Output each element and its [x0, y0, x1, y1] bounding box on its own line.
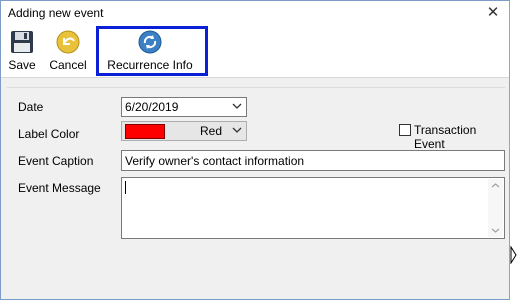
save-label: Save	[8, 58, 36, 72]
floppy-disk-icon	[11, 31, 33, 53]
date-field[interactable]: 6/20/2019	[121, 97, 247, 117]
event-message-textarea[interactable]	[121, 177, 505, 239]
event-form: Date 6/20/2019 Label Color Red Transacti…	[7, 87, 505, 294]
scroll-up-icon[interactable]	[491, 182, 500, 189]
date-value: 6/20/2019	[125, 100, 179, 114]
event-message-label: Event Message	[18, 181, 101, 195]
save-button[interactable]: Save	[5, 27, 39, 72]
chevron-down-icon	[232, 103, 242, 109]
event-caption-input[interactable]: Verify owner's contact information	[121, 150, 505, 171]
cancel-label: Cancel	[49, 58, 87, 72]
toolbar: Save Cancel Recurrence Info	[1, 25, 509, 78]
transaction-event-checkbox[interactable]	[399, 124, 411, 136]
message-scrollbar[interactable]	[488, 179, 503, 237]
label-color-value: Red	[199, 124, 222, 138]
event-caption-label: Event Caption	[18, 154, 94, 168]
scroll-down-icon[interactable]	[491, 227, 500, 234]
chevron-down-icon	[232, 127, 242, 133]
mouse-cursor-icon	[510, 246, 517, 264]
cancel-button[interactable]: Cancel	[45, 27, 91, 72]
event-caption-value: Verify owner's contact information	[125, 154, 305, 168]
undo-arrow-icon	[56, 30, 80, 54]
transaction-event-label: Transaction Event	[414, 123, 477, 151]
date-label: Date	[18, 100, 44, 114]
color-swatch	[125, 124, 165, 139]
label-color-label: Label Color	[18, 127, 80, 141]
window-title: Adding new event	[8, 6, 104, 20]
recurrence-highlight-box	[96, 26, 208, 76]
close-icon: ✕	[486, 4, 500, 21]
event-dialog: Adding new event ✕ Save Cancel Recurrenc…	[0, 0, 510, 300]
title-bar: Adding new event ✕	[1, 1, 509, 25]
label-color-field[interactable]: Red	[121, 121, 247, 141]
text-caret	[125, 181, 126, 194]
close-button[interactable]: ✕	[483, 3, 503, 23]
